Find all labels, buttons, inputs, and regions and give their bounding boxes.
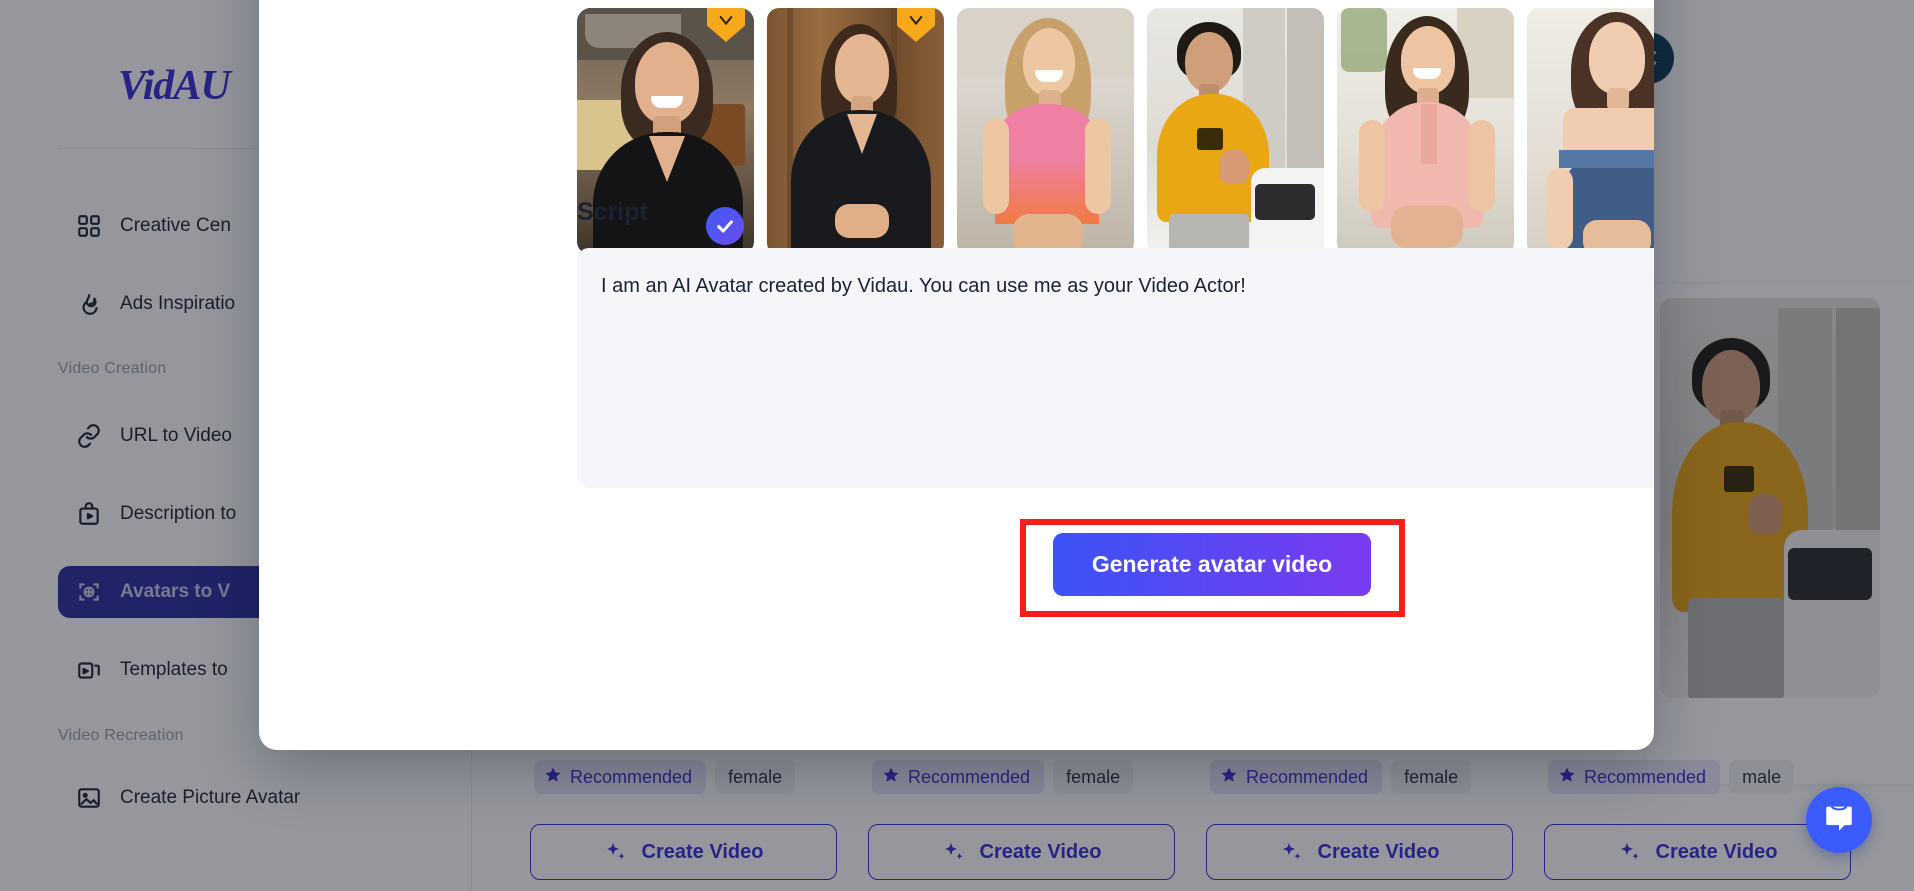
photo-daphne-standing [767, 8, 944, 255]
avatar-thumbnail[interactable] [957, 8, 1134, 255]
photo-isabella [1527, 8, 1654, 255]
script-input-box[interactable]: 71 / 1200 [577, 248, 1654, 488]
avatar-carousel: Daphne [259, 8, 1654, 291]
selected-check-icon [706, 207, 744, 245]
avatar-selection-modal: Daphne [259, 0, 1654, 750]
avatar-thumbnail[interactable] [1337, 8, 1514, 255]
support-chat-button[interactable] [1806, 787, 1872, 853]
avatar-thumbnail[interactable] [767, 8, 944, 255]
avatar-thumbnail[interactable] [1147, 8, 1324, 255]
generate-avatar-video-button[interactable]: Generate avatar video [1053, 533, 1371, 596]
photo-evelyn [1337, 8, 1514, 255]
script-heading: Script [577, 198, 648, 226]
photo-elena [957, 8, 1134, 255]
script-input[interactable] [601, 271, 1654, 441]
chat-bubble-icon [1822, 801, 1856, 840]
avatar-thumbnail[interactable] [1527, 8, 1654, 255]
photo-david-thumb [1147, 8, 1324, 255]
